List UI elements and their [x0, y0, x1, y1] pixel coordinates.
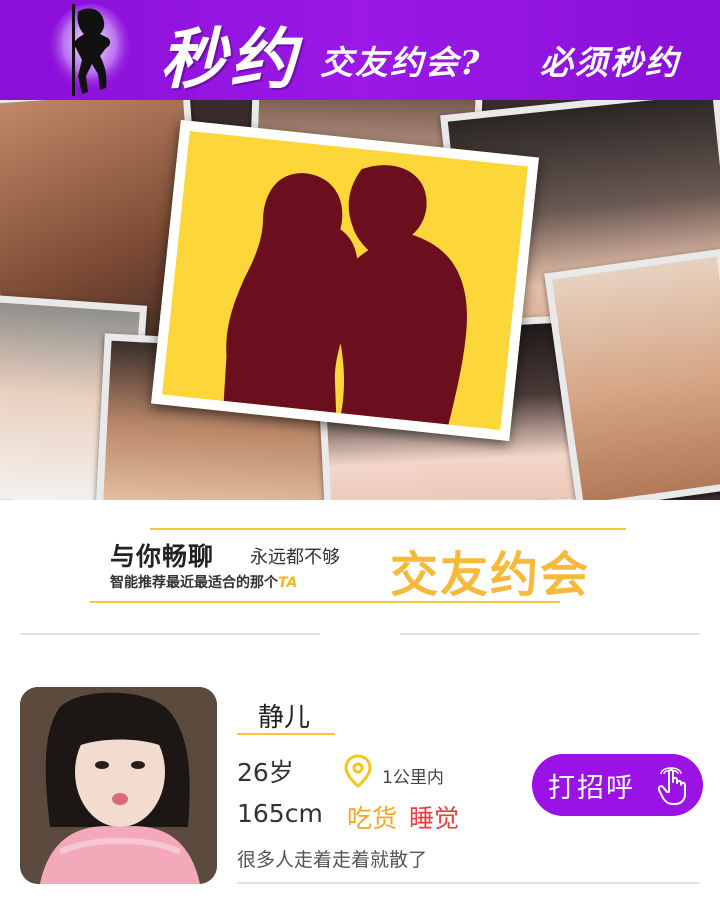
profile-distance: 1公里内: [382, 768, 444, 788]
profile-motto: 很多人走着走着就散了: [237, 849, 428, 871]
profile-tag: 睡觉: [409, 804, 460, 833]
promo-tagline: 与你畅聊 永远都不够 智能推荐最近最适合的那个TA 交友约会: [90, 525, 630, 605]
dancer-silhouette-icon: [50, 4, 130, 96]
section-divider: [20, 633, 320, 635]
profile-name: 静儿: [258, 703, 311, 733]
couple-card: [151, 119, 539, 442]
header-slogan: 交友约会?: [320, 43, 482, 82]
collage-photo: [544, 248, 720, 500]
app-header: 秒约 交友约会? 必须秒约: [0, 0, 720, 100]
app-brand: 秒约: [160, 20, 300, 98]
tap-hand-icon: [657, 767, 686, 805]
photo-collage-banner[interactable]: [0, 100, 720, 500]
header-slogan-2: 必须秒约: [540, 43, 680, 82]
location-pin-icon: [344, 754, 372, 788]
profile-age: 26岁: [237, 758, 294, 787]
tagline-small: 智能推荐最近最适合的那个TA: [110, 572, 297, 592]
tagline-small-text: 智能推荐最近最适合的那个: [110, 575, 278, 591]
profile-avatar[interactable]: [20, 687, 217, 884]
tagline-main: 与你畅聊: [110, 542, 215, 571]
couple-silhouette-icon: [223, 165, 467, 425]
avatar-photo: [20, 687, 217, 884]
profile-height: 165cm: [237, 799, 323, 828]
tagline-big: 交友约会: [390, 547, 591, 603]
greet-button[interactable]: 打招呼: [532, 754, 703, 816]
profile-tag: 吃货: [347, 804, 398, 833]
tagline-ta: TA: [278, 575, 298, 591]
profile-divider: [237, 882, 700, 884]
greet-button-label: 打招呼: [548, 772, 635, 804]
name-underline: [237, 733, 335, 735]
tagline-sub: 永远都不够: [250, 547, 340, 568]
section-divider: [400, 633, 700, 635]
